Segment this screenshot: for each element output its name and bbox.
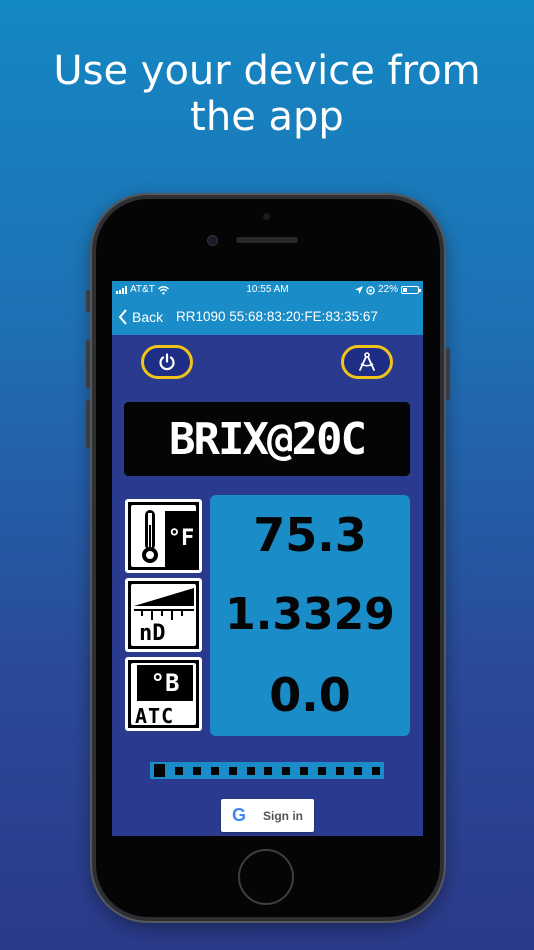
status-bar: AT&T 10:55 AM 22%	[112, 281, 423, 299]
status-right: 22%	[354, 281, 421, 299]
temperature-unit-panel: °F	[131, 505, 197, 567]
brix-unit-panel: °B ATC	[131, 663, 196, 728]
google-icon: G	[231, 805, 246, 825]
app-screen: AT&T 10:55 AM 22% Back RR1090 55:68:83:2…	[112, 281, 423, 836]
thermometer-icon	[142, 510, 158, 563]
headline-line-2: the app	[190, 94, 344, 140]
front-camera	[207, 235, 218, 246]
battery-icon	[401, 286, 421, 294]
progress-segment	[353, 766, 362, 775]
progress-segment	[300, 766, 309, 775]
headline-line-1: Use your device from	[53, 48, 481, 94]
mode-display: BRIX@20C	[124, 402, 410, 476]
mute-switch	[86, 290, 90, 312]
chevron-left-icon	[118, 309, 127, 325]
refractive-index-reading: 1.3329	[225, 589, 395, 640]
power-icon	[159, 353, 175, 371]
atc-label: ATC	[135, 704, 175, 728]
progress-segment	[336, 766, 345, 775]
progress-segment	[192, 766, 201, 775]
unit-icons: °F nD °B ATC	[125, 499, 202, 736]
proximity-sensor	[263, 213, 270, 220]
battery-percent: 22%	[377, 284, 398, 295]
progress-indicator	[150, 762, 384, 779]
back-label: Back	[132, 309, 164, 325]
brix-unit-box: °B ATC	[125, 657, 202, 731]
progress-segment	[371, 766, 380, 775]
progress-segment	[174, 766, 183, 775]
power-button	[446, 348, 450, 400]
signin-label: Sign in	[263, 808, 303, 823]
compass-icon	[359, 352, 375, 371]
progress-segment	[282, 766, 291, 775]
progress-segment	[154, 764, 165, 777]
home-button[interactable]	[238, 849, 294, 905]
progress-segment	[318, 766, 327, 775]
orientation-lock-icon	[366, 285, 375, 295]
progress-segment	[228, 766, 237, 775]
brix-reading: 0.0	[269, 668, 351, 722]
temperature-reading: 75.3	[253, 508, 367, 562]
refractive-index-panel: nD	[131, 584, 196, 646]
nd-label: nD	[139, 621, 166, 646]
control-bar	[112, 335, 423, 389]
device-title: RR1090 55:68:83:20:FE:83:35:67	[176, 309, 378, 324]
volume-down-button	[86, 400, 90, 448]
progress-segment	[264, 766, 273, 775]
power-toggle-button[interactable]	[141, 345, 193, 379]
earpiece-speaker	[236, 237, 298, 243]
calibrate-button[interactable]	[341, 345, 393, 379]
fahrenheit-label: °F	[165, 511, 197, 567]
readings-panel: 75.3 1.3329 0.0	[210, 495, 410, 736]
brix-unit-label: °B	[137, 665, 193, 701]
google-signin-button[interactable]: G Sign in	[221, 799, 314, 832]
location-icon	[354, 286, 363, 294]
nav-bar: Back RR1090 55:68:83:20:FE:83:35:67	[112, 299, 423, 335]
progress-segment	[246, 766, 255, 775]
progress-segment	[210, 766, 219, 775]
refractive-index-box: nD	[125, 578, 202, 652]
volume-up-button	[86, 340, 90, 388]
temperature-unit-box: °F	[125, 499, 202, 573]
headline: Use your device from the app	[0, 48, 534, 140]
prism-scale-icon	[134, 588, 194, 620]
mode-display-text: BRIX@20C	[124, 402, 410, 476]
back-button[interactable]: Back	[118, 299, 163, 335]
